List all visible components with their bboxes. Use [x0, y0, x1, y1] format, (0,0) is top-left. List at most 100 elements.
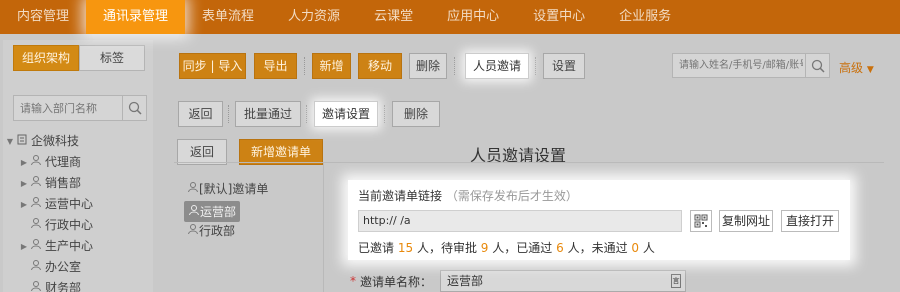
toolbar-divider [228, 105, 229, 123]
invited-count: 15 [397, 241, 414, 255]
invite-form-label: 行政部 [199, 224, 236, 238]
nav-cloud-classroom[interactable]: 云课堂 [357, 0, 430, 34]
invite-form-label: [默认]邀请单 [199, 182, 269, 196]
dept-search [13, 95, 147, 121]
tree-node-label: 生产中心 [45, 239, 94, 253]
nav-human-resources[interactable]: 人力资源 [271, 0, 357, 34]
people-icon [30, 236, 42, 257]
invite-form-item-default[interactable]: [默认]邀请单 [187, 180, 268, 197]
tree-node-label: 销售部 [45, 176, 82, 190]
expand-icon: ▶ [20, 242, 28, 251]
tree-node-root[interactable]: ▼ 企微科技 [4, 131, 154, 152]
person-icon [188, 204, 200, 219]
batch-approve-button[interactable]: 批量通过 [235, 101, 301, 127]
people-icon [30, 257, 42, 278]
tree-node-office[interactable]: 办公室 [4, 257, 154, 278]
required-mark: * [350, 274, 356, 288]
form-name-value: 运营部 [447, 274, 484, 288]
export-button[interactable]: 导出 [254, 53, 297, 79]
nav-content-management[interactable]: 内容管理 [0, 0, 86, 34]
toolbar-divider [306, 105, 307, 123]
nav-forms-workflow[interactable]: 表单流程 [185, 0, 271, 34]
tree-node-agents[interactable]: ▶ 代理商 [4, 152, 154, 173]
tree-node-admin[interactable]: 行政中心 [4, 215, 154, 236]
expand-icon: ▶ [20, 158, 28, 167]
advanced-filter-link[interactable]: 高级 ▼ [839, 59, 874, 76]
nav-app-center[interactable]: 应用中心 [430, 0, 516, 34]
tree-node-label: 代理商 [45, 155, 82, 169]
link-title: 当前邀请单链接 （需保存发布后才生效） [358, 187, 578, 204]
stats-label: 人 [642, 241, 655, 255]
tree-node-sales[interactable]: ▶ 销售部 [4, 173, 154, 194]
invite-people-button[interactable]: 人员邀请 [465, 53, 529, 79]
toolbar-divider [304, 57, 305, 75]
form-name-input[interactable]: 运营部 言 [440, 270, 687, 292]
expand-icon: ▶ [20, 179, 28, 188]
tree-node-label: 企微科技 [31, 134, 80, 148]
member-search-input[interactable] [673, 54, 803, 77]
tree-node-label: 办公室 [45, 260, 82, 274]
stats-label: 人，已通过 [492, 241, 553, 255]
person-icon [187, 223, 199, 238]
tree-node-operations[interactable]: ▶ 运营中心 [4, 194, 154, 215]
qrcode-button[interactable] [690, 210, 712, 232]
link-title-text: 当前邀请单链接 [358, 189, 443, 203]
invite-link-panel: 当前邀请单链接 （需保存发布后才生效） http:// /a 复制网址 直接打开… [348, 180, 850, 260]
dept-search-button[interactable] [122, 96, 146, 120]
people-icon [30, 152, 42, 173]
nav-contacts-management[interactable]: 通讯录管理 [86, 0, 186, 34]
toolbar-divider [454, 57, 455, 75]
member-search-button[interactable] [805, 54, 829, 77]
copy-url-button[interactable]: 复制网址 [719, 210, 773, 232]
sync-import-button[interactable]: 同步 | 导入 [179, 53, 246, 79]
settings-button[interactable]: 设置 [543, 53, 585, 79]
rejected-count: 0 [631, 241, 640, 255]
nav-settings-center[interactable]: 设置中心 [516, 0, 602, 34]
invite-form-label: 运营部 [200, 205, 237, 219]
top-nav: 内容管理 通讯录管理 表单流程 人力资源 云课堂 应用中心 设置中心 企业服务 [0, 0, 900, 34]
invite-form-item-operations[interactable]: 运营部 [184, 201, 241, 222]
divider [174, 162, 884, 163]
tree-node-label: 行政中心 [45, 218, 94, 232]
collapse-icon: ▼ [6, 137, 14, 146]
tab-tags[interactable]: 标签 [79, 45, 145, 71]
delete-button-2[interactable]: 删除 [392, 101, 440, 127]
dept-search-input[interactable] [14, 96, 122, 120]
language-icon[interactable]: 言 [671, 274, 682, 288]
expand-icon: ▶ [20, 200, 28, 209]
back-button[interactable]: 返回 [178, 101, 223, 127]
stats-label: 已邀请 [358, 241, 395, 255]
org-tree: ▼ 企微科技 ▶ 代理商 ▶ 销售部 ▶ 运营中心 行政中心 ▶ 生产中心 办公… [4, 131, 154, 292]
add-button[interactable]: 新增 [312, 53, 351, 79]
tab-org-structure[interactable]: 组织架构 [13, 45, 79, 71]
building-icon [16, 131, 28, 152]
people-icon [30, 278, 42, 292]
nav-enterprise-services[interactable]: 企业服务 [602, 0, 688, 34]
tree-node-finance[interactable]: 财务部 [4, 278, 154, 292]
search-icon [811, 59, 825, 73]
tree-node-label: 运营中心 [45, 197, 94, 211]
person-icon [187, 181, 199, 196]
delete-button[interactable]: 删除 [409, 53, 447, 79]
people-icon [30, 173, 42, 194]
stats-label: 人，未通过 [567, 241, 628, 255]
approved-count: 6 [556, 241, 564, 255]
open-direct-button[interactable]: 直接打开 [781, 210, 839, 232]
advanced-label: 高级 [839, 61, 864, 75]
member-search [672, 53, 830, 78]
invite-settings-button[interactable]: 邀请设置 [314, 101, 378, 127]
caret-down-icon: ▼ [866, 65, 874, 75]
toolbar-divider [535, 57, 536, 75]
divider [323, 162, 324, 292]
invite-link-field[interactable]: http:// /a [358, 210, 682, 232]
tree-node-production[interactable]: ▶ 生产中心 [4, 236, 154, 257]
form-name-row: * 邀请单名称： 运营部 言 [350, 270, 687, 292]
tree-node-label: 财务部 [45, 281, 82, 292]
move-button[interactable]: 移动 [358, 53, 402, 79]
link-hint: （需保存发布后才生效） [445, 189, 578, 203]
people-icon [30, 194, 42, 215]
form-name-label: 邀请单名称： [360, 274, 433, 289]
sidebar-tabs: 组织架构 标签 [13, 45, 145, 71]
pending-count: 9 [480, 241, 489, 255]
invite-form-item-admin[interactable]: 行政部 [187, 222, 235, 239]
